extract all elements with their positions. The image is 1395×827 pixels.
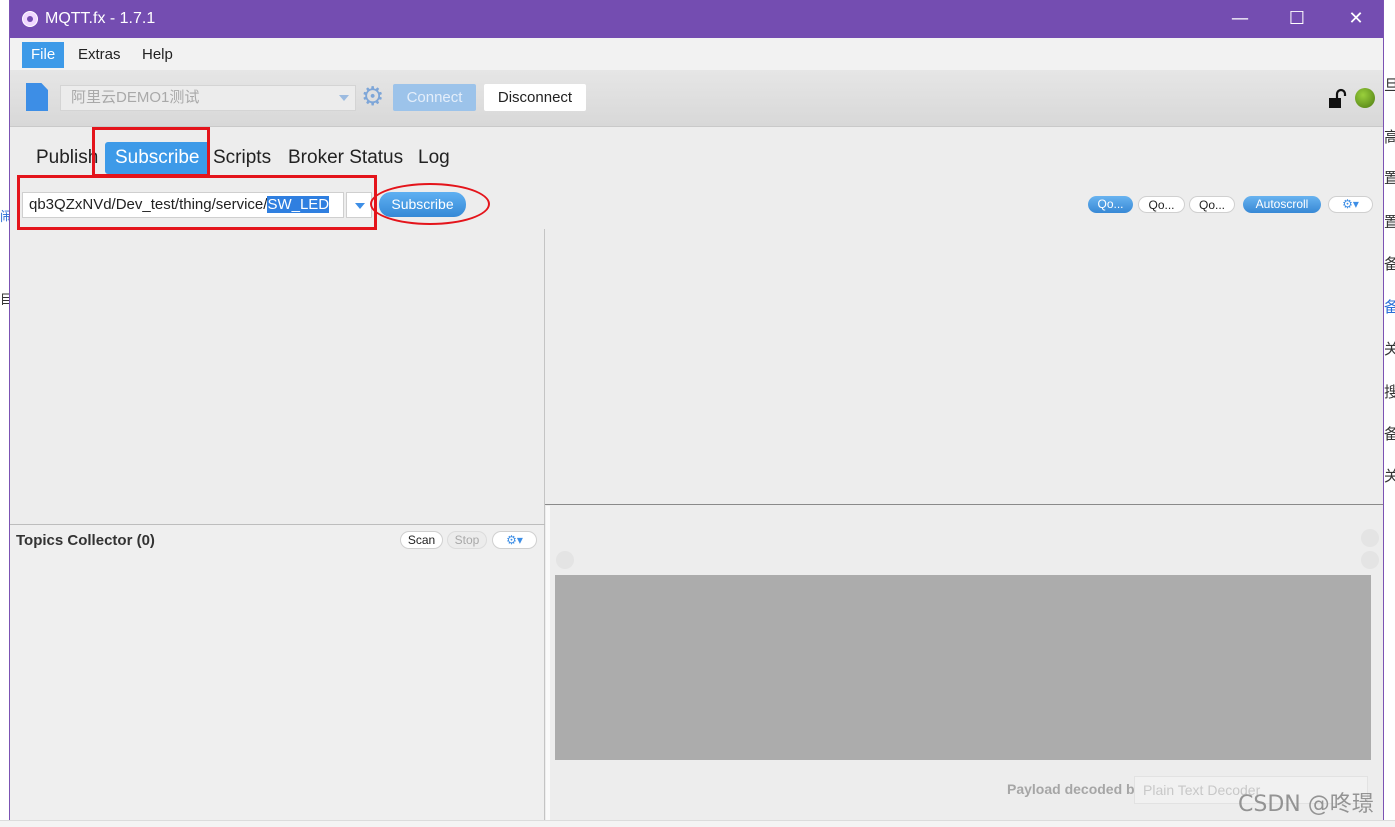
topics-collector-panel: Topics Collector (0) Scan Stop ⚙▾ — [10, 525, 545, 820]
qos2-button[interactable]: Qo... — [1189, 196, 1235, 213]
detail-scroll-strip — [546, 506, 550, 820]
stop-button[interactable]: Stop — [447, 531, 487, 549]
background-text: 备 — [1384, 255, 1395, 273]
background-text: 备 — [1384, 298, 1395, 316]
background-text: 旦 — [1384, 76, 1395, 94]
close-button[interactable]: ✕ — [1336, 7, 1376, 31]
annotation-box-topic — [17, 175, 377, 230]
connection-toolbar: 阿里云DEMO1测试 ⚙ Connect Disconnect — [10, 70, 1383, 127]
placeholder-circle-icon — [1361, 551, 1379, 569]
window-title: MQTT.fx - 1.7.1 — [45, 10, 156, 27]
connection-profile-select[interactable]: 阿里云DEMO1测试 — [60, 85, 356, 111]
tab-log[interactable]: Log — [418, 142, 450, 174]
background-text: 置 — [1384, 213, 1395, 231]
maximize-button[interactable]: ☐ — [1277, 7, 1317, 31]
unlocked-padlock-icon — [1329, 88, 1347, 108]
menu-extras[interactable]: Extras — [69, 42, 130, 68]
menu-help[interactable]: Help — [133, 42, 182, 68]
tab-broker-status[interactable]: Broker Status — [288, 142, 403, 174]
topics-collector-title: Topics Collector (0) — [16, 532, 155, 549]
background-text: 备 — [1384, 425, 1395, 443]
background-text: 关 — [1384, 467, 1395, 485]
background-text: 关 — [1384, 340, 1395, 358]
qos0-button[interactable]: Qo... — [1088, 196, 1133, 213]
connect-button[interactable]: Connect — [393, 84, 476, 111]
menu-file[interactable]: File — [22, 42, 65, 68]
background-text: 高 — [1384, 128, 1395, 146]
subscriptions-list — [10, 229, 545, 524]
messages-list — [545, 229, 1383, 504]
minimize-button[interactable]: — — [1220, 7, 1260, 31]
payload-view — [555, 575, 1371, 760]
payload-decoded-by-label: Payload decoded by — [1007, 781, 1143, 797]
settings-gear-icon[interactable]: ⚙ — [361, 84, 384, 110]
main-tabs: Publish Subscribe Scripts Broker Status … — [10, 127, 1383, 177]
profile-value: 阿里云DEMO1测试 — [71, 89, 200, 106]
edit-profile-document-icon[interactable] — [26, 83, 48, 111]
qos1-button[interactable]: Qo... — [1138, 196, 1185, 213]
watermark-text: CSDN @咚璟 — [1238, 792, 1374, 817]
subscribe-options-gear-icon[interactable]: ⚙▾ — [1328, 196, 1373, 213]
collector-options-gear-icon[interactable]: ⚙▾ — [492, 531, 537, 549]
connection-status-indicator — [1355, 88, 1375, 108]
disconnect-button[interactable]: Disconnect — [484, 84, 586, 111]
placeholder-circle-icon — [556, 551, 574, 569]
annotation-box-tab — [92, 127, 210, 177]
background-text: 搜 — [1384, 383, 1395, 401]
autoscroll-toggle[interactable]: Autoscroll — [1243, 196, 1321, 213]
placeholder-circle-icon — [1361, 529, 1379, 547]
tab-scripts[interactable]: Scripts — [213, 142, 271, 174]
app-window: MQTT.fx - 1.7.1 — ☐ ✕ File Extras Help 阿… — [10, 0, 1383, 820]
title-bar[interactable]: MQTT.fx - 1.7.1 — ☐ ✕ — [10, 0, 1383, 38]
tab-publish[interactable]: Publish — [36, 142, 98, 174]
scan-button[interactable]: Scan — [400, 531, 443, 549]
app-logo-icon — [22, 11, 38, 27]
menu-bar: File Extras Help — [10, 38, 1383, 70]
background-text: 置 — [1384, 169, 1395, 187]
chevron-down-icon — [339, 95, 349, 101]
message-pane-divider[interactable] — [545, 504, 1383, 505]
annotation-ellipse-subscribe — [370, 183, 490, 225]
